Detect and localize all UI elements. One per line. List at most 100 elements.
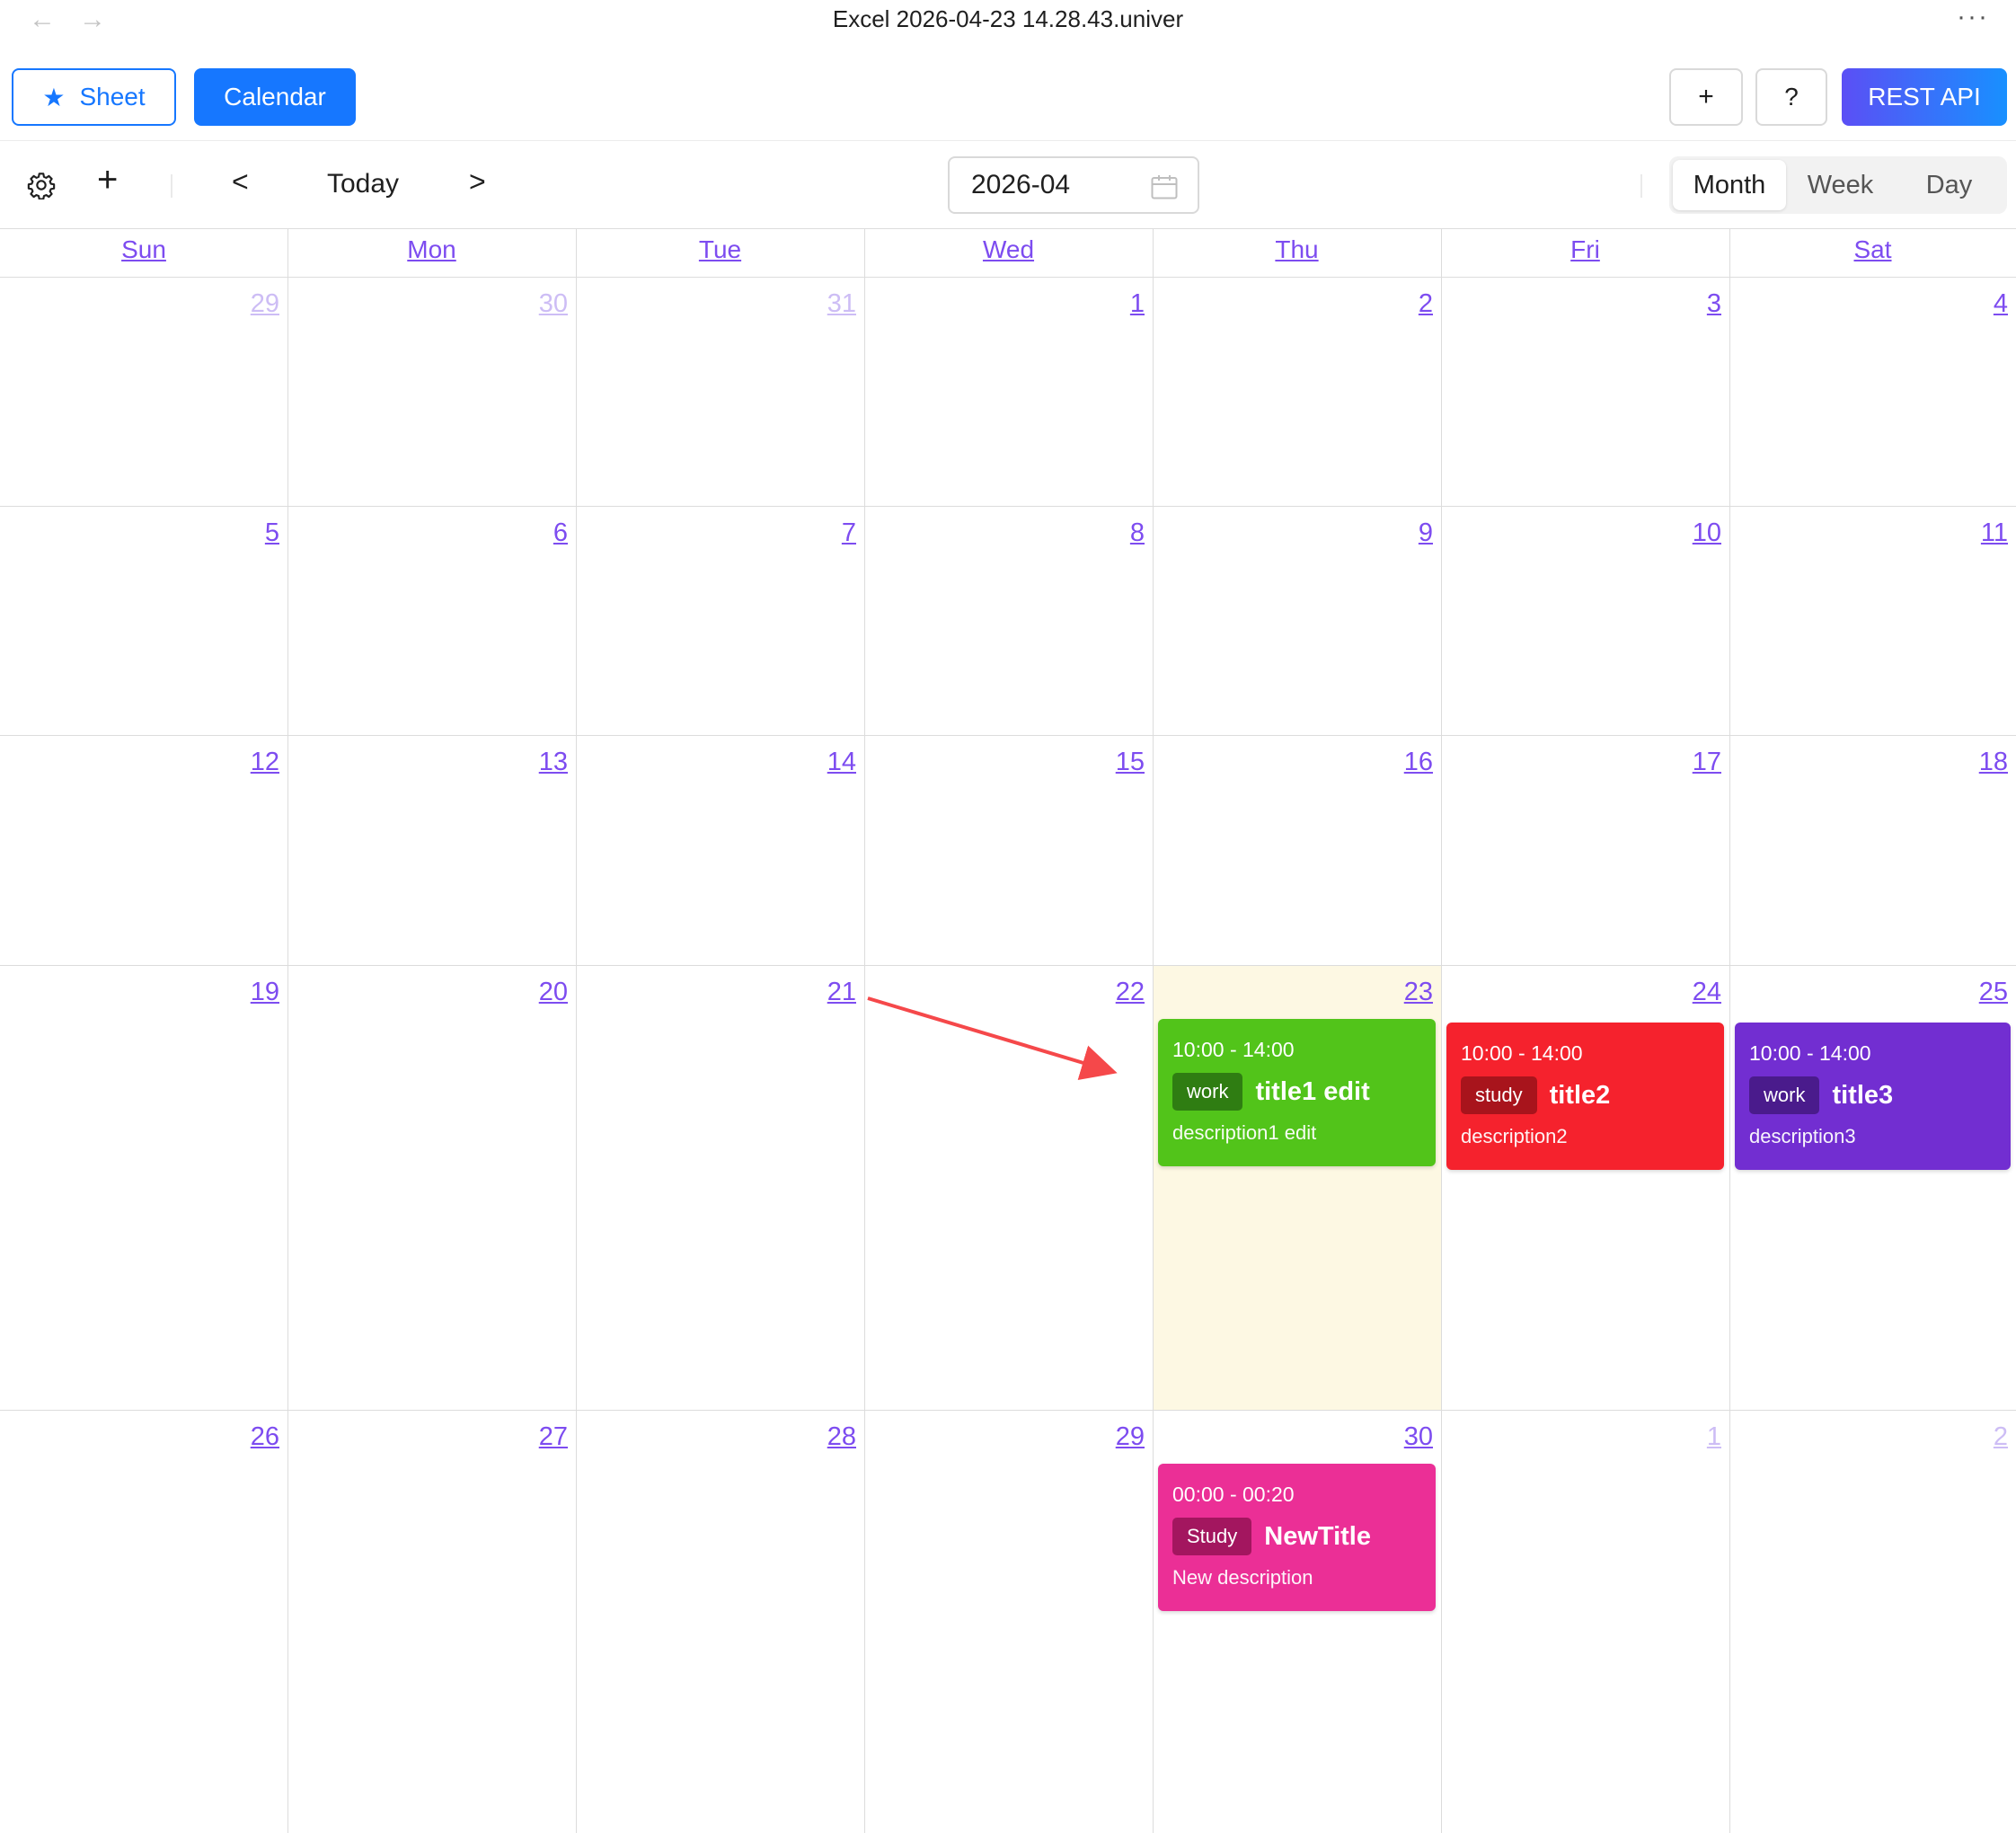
day-number[interactable]: 2 — [1153, 289, 1433, 319]
day-number[interactable]: 6 — [287, 518, 568, 548]
event-time: 10:00 - 14:00 — [1749, 1041, 1871, 1065]
day-number[interactable]: 3 — [1441, 289, 1721, 319]
weekday-header-thu[interactable]: Thu — [1153, 235, 1441, 264]
sheet-button-label: Sheet — [79, 83, 146, 111]
day-number[interactable]: 13 — [287, 748, 568, 777]
calendar-event[interactable]: 00:00 - 00:20 Study NewTitle New descriptio… — [1158, 1464, 1436, 1611]
grid-column-line — [1153, 228, 1154, 1833]
sheet-button[interactable]: ★ Sheet — [12, 68, 176, 126]
today-button[interactable]: Today — [327, 169, 399, 199]
day-number[interactable]: 29 — [864, 1422, 1145, 1452]
grid-column-line — [576, 228, 577, 1833]
day-number[interactable]: 16 — [1153, 748, 1433, 777]
day-number[interactable]: 4 — [1729, 289, 2008, 319]
event-description: description1 edit — [1172, 1121, 1317, 1144]
event-description: New description — [1172, 1566, 1313, 1589]
day-number[interactable]: 20 — [287, 978, 568, 1007]
day-number[interactable]: 19 — [0, 978, 279, 1007]
view-switcher: Month Week Day — [1669, 156, 2007, 214]
toolbar-separator — [1640, 174, 1642, 198]
weekday-header-wed[interactable]: Wed — [864, 235, 1153, 264]
day-number[interactable]: 21 — [576, 978, 856, 1007]
event-title-row: work title3 — [1749, 1076, 1996, 1114]
calendar-button[interactable]: Calendar — [194, 68, 356, 126]
weekday-header-sat[interactable]: Sat — [1729, 235, 2016, 264]
event-tag-badge: work — [1172, 1073, 1243, 1111]
event-title: NewTitle — [1264, 1521, 1371, 1551]
event-tag-badge: work — [1749, 1076, 1820, 1114]
day-number[interactable]: 29 — [0, 289, 279, 319]
toolbar-divider — [0, 140, 2016, 141]
month-grid: Sun Mon Tue Wed Thu Fri Sat 29 30 31 1 2 3 4 5 6 7 8 9 10 11… — [0, 228, 2016, 1833]
day-number[interactable]: 7 — [576, 518, 856, 548]
title-bar: ← → Excel 2026-04-23 14.28.43.univer ··· — [0, 0, 2016, 40]
calendar-event[interactable]: 10:00 - 14:00 work title3 description3 — [1735, 1023, 2011, 1170]
event-title: title1 edit — [1255, 1076, 1370, 1106]
month-picker[interactable]: 2026-04 — [948, 156, 1199, 214]
event-title-row: study title2 — [1461, 1076, 1710, 1114]
day-number[interactable]: 23 — [1153, 978, 1433, 1007]
view-week-tab[interactable]: Week — [1786, 160, 1895, 210]
day-number[interactable]: 15 — [864, 748, 1145, 777]
weekday-header-fri[interactable]: Fri — [1441, 235, 1729, 264]
day-number[interactable]: 10 — [1441, 518, 1721, 548]
day-number[interactable]: 25 — [1729, 978, 2008, 1007]
day-number[interactable]: 12 — [0, 748, 279, 777]
day-number[interactable]: 30 — [1153, 1422, 1433, 1452]
event-description: description3 — [1749, 1125, 1856, 1147]
view-day-tab[interactable]: Day — [1895, 160, 2003, 210]
view-month-tab[interactable]: Month — [1673, 160, 1786, 210]
day-number[interactable]: 28 — [576, 1422, 856, 1452]
day-number[interactable]: 18 — [1729, 748, 2008, 777]
gear-icon[interactable] — [27, 171, 56, 199]
day-number[interactable]: 22 — [864, 978, 1145, 1007]
weekday-header-mon[interactable]: Mon — [287, 235, 576, 264]
day-number[interactable]: 1 — [864, 289, 1145, 319]
event-tag-badge: Study — [1172, 1518, 1252, 1555]
grid-row-line — [0, 735, 2016, 736]
grid-column-line — [864, 228, 865, 1833]
day-number[interactable]: 14 — [576, 748, 856, 777]
grid-row-line — [0, 965, 2016, 966]
star-icon: ★ — [42, 83, 66, 111]
window-title: Excel 2026-04-23 14.28.43.univer — [832, 5, 1184, 32]
event-title: title2 — [1549, 1080, 1611, 1110]
grid-column-line — [287, 228, 288, 1833]
calendar-event[interactable]: 10:00 - 14:00 study title2 description2 — [1446, 1023, 1724, 1170]
prev-month-button[interactable]: < — [232, 165, 249, 199]
day-number[interactable]: 8 — [864, 518, 1145, 548]
day-number[interactable]: 31 — [576, 289, 856, 319]
day-number[interactable]: 9 — [1153, 518, 1433, 548]
event-time: 10:00 - 14:00 — [1172, 1038, 1295, 1061]
weekday-header-sun[interactable]: Sun — [0, 235, 287, 264]
day-number[interactable]: 17 — [1441, 748, 1721, 777]
event-title-row: work title1 edit — [1172, 1073, 1421, 1111]
day-number[interactable]: 24 — [1441, 978, 1721, 1007]
help-button[interactable]: ? — [1755, 68, 1827, 126]
next-month-button[interactable]: > — [469, 165, 486, 199]
grid-column-line — [1729, 228, 1730, 1833]
calendar-event[interactable]: 10:00 - 14:00 work title1 edit description1… — [1158, 1019, 1436, 1166]
grid-column-line — [1441, 228, 1442, 1833]
event-time: 00:00 - 00:20 — [1172, 1483, 1295, 1506]
day-number[interactable]: 30 — [287, 289, 568, 319]
top-toolbar: ★ Sheet Calendar + ? REST API — [0, 68, 2016, 128]
grid-row-line — [0, 1410, 2016, 1411]
add-button[interactable]: + — [1669, 68, 1743, 126]
event-title: title3 — [1832, 1080, 1894, 1110]
calendar-icon — [1151, 175, 1178, 199]
add-event-button[interactable]: + — [97, 160, 118, 200]
day-number[interactable]: 2 — [1729, 1422, 2008, 1452]
more-options-icon[interactable]: ··· — [1957, 2, 1989, 32]
rest-api-button[interactable]: REST API — [1842, 68, 2007, 126]
day-number[interactable]: 11 — [1729, 518, 2008, 548]
grid-row-line — [0, 506, 2016, 507]
weekday-header-tue[interactable]: Tue — [576, 235, 864, 264]
event-time: 10:00 - 14:00 — [1461, 1041, 1583, 1065]
day-number[interactable]: 5 — [0, 518, 279, 548]
grid-row-line — [0, 228, 2016, 229]
day-number[interactable]: 1 — [1441, 1422, 1721, 1452]
event-description: description2 — [1461, 1125, 1568, 1147]
day-number[interactable]: 27 — [287, 1422, 568, 1452]
day-number[interactable]: 26 — [0, 1422, 279, 1452]
